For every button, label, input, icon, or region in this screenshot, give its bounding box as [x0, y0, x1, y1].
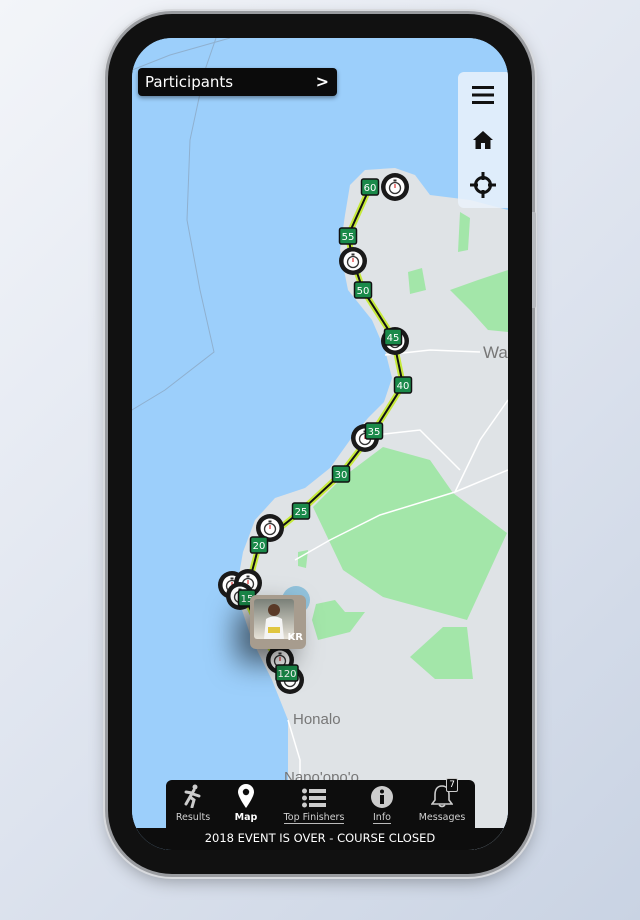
status-banner: 2018 EVENT IS OVER - COURSE CLOSED — [132, 828, 508, 850]
menu-button[interactable] — [458, 72, 508, 117]
hamburger-menu-icon — [472, 85, 494, 104]
tab-label: Messages — [418, 812, 466, 823]
tab-map[interactable]: Map — [230, 780, 262, 828]
place-label-wa: Wa — [483, 343, 508, 362]
phone-side-button — [532, 212, 536, 308]
participants-panel-toggle[interactable]: Participants > — [138, 68, 337, 96]
home-icon — [473, 130, 493, 149]
svg-text:20: 20 — [253, 541, 266, 552]
svg-text:25: 25 — [295, 507, 308, 518]
timing-point-stopwatch-icon[interactable] — [339, 247, 367, 275]
tab-info[interactable]: Info — [369, 780, 395, 828]
map-pin-icon — [238, 784, 254, 808]
svg-text:55: 55 — [342, 232, 355, 243]
place-label-honalo: Honalo — [293, 711, 341, 728]
participants-label: Participants — [145, 73, 234, 91]
mile-marker-50[interactable]: 50 — [353, 281, 373, 299]
svg-text:40: 40 — [397, 381, 410, 392]
map-controls — [458, 72, 508, 208]
svg-text:50: 50 — [357, 286, 370, 297]
mile-marker-35[interactable]: 35 — [364, 422, 384, 440]
mile-marker-55[interactable]: 55 — [338, 227, 358, 245]
svg-text:30: 30 — [335, 470, 348, 481]
svg-text:60: 60 — [364, 183, 377, 194]
crosshair-icon — [470, 171, 496, 198]
messages-badge: 7 — [446, 778, 458, 792]
home-button[interactable] — [458, 117, 508, 162]
tab-messages[interactable]: 7 Messages — [418, 778, 466, 828]
map[interactable]: 60555045403530252015120 Wa Honalo Napo'o… — [132, 38, 508, 850]
mile-marker-60[interactable]: 60 — [360, 178, 380, 196]
participant-marker-kr[interactable]: KR — [250, 595, 306, 649]
locate-button[interactable] — [458, 162, 508, 207]
mile-marker-20[interactable]: 20 — [249, 536, 269, 554]
runner-icon — [184, 784, 201, 808]
tab-label: Info — [373, 812, 391, 824]
tab-top-finishers[interactable]: Top Finishers — [283, 780, 345, 828]
chevron-right-icon: > — [315, 72, 329, 91]
bottom-nav: Results Map Top Finishers Info 7 Message… — [166, 778, 475, 828]
participant-initials: KR — [287, 632, 303, 643]
tab-label: Results — [175, 812, 211, 823]
tab-label: Top Finishers — [283, 812, 345, 824]
timing-point-stopwatch-icon[interactable] — [381, 173, 409, 201]
mile-marker-30[interactable]: 30 — [331, 465, 351, 483]
app-screen: 60 55 50 45 40 35 30 25 20 15 120 Wa Honalo Napo'o… — [132, 38, 508, 850]
mile-marker-120[interactable]: 120 — [275, 664, 299, 682]
svg-text:45: 45 — [387, 333, 400, 344]
mile-marker-25[interactable]: 25 — [291, 502, 311, 520]
info-icon — [371, 786, 393, 808]
mile-marker-40[interactable]: 40 — [393, 376, 413, 394]
svg-text:35: 35 — [368, 427, 381, 438]
tab-results[interactable]: Results — [174, 780, 212, 828]
tab-label: Map — [234, 812, 258, 823]
mile-marker-45[interactable]: 45 — [383, 328, 403, 346]
list-icon — [302, 788, 326, 808]
svg-text:120: 120 — [277, 669, 296, 680]
